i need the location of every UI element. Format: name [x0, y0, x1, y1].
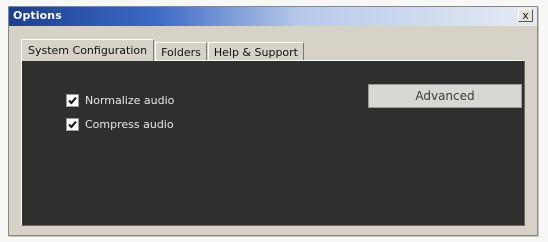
normalize-audio-label: Normalize audio	[85, 94, 175, 107]
normalize-audio-checkbox[interactable]	[66, 94, 79, 107]
tab-panel: Normalize audio Compress audio Advanced	[21, 60, 525, 226]
window-title: Options	[13, 9, 62, 22]
tab-system-configuration[interactable]: System Configuration	[21, 39, 155, 61]
close-icon: x	[522, 9, 529, 22]
checkmark-icon	[68, 96, 77, 105]
tab-folders[interactable]: Folders	[155, 42, 207, 61]
normalize-audio-option[interactable]: Normalize audio	[66, 94, 174, 107]
close-button[interactable]: x	[518, 9, 533, 22]
advanced-button[interactable]: Advanced	[368, 84, 522, 108]
title-bar[interactable]: Options x	[9, 7, 537, 26]
options-dialog: Options x System Configuration Folders H…	[8, 6, 538, 236]
compress-audio-option[interactable]: Compress audio	[66, 118, 174, 131]
compress-audio-checkbox[interactable]	[66, 118, 79, 131]
tab-help-support[interactable]: Help & Support	[207, 42, 304, 61]
compress-audio-label: Compress audio	[85, 118, 174, 131]
tab-strip: System Configuration Folders Help & Supp…	[21, 39, 305, 61]
checkmark-icon	[68, 120, 77, 129]
